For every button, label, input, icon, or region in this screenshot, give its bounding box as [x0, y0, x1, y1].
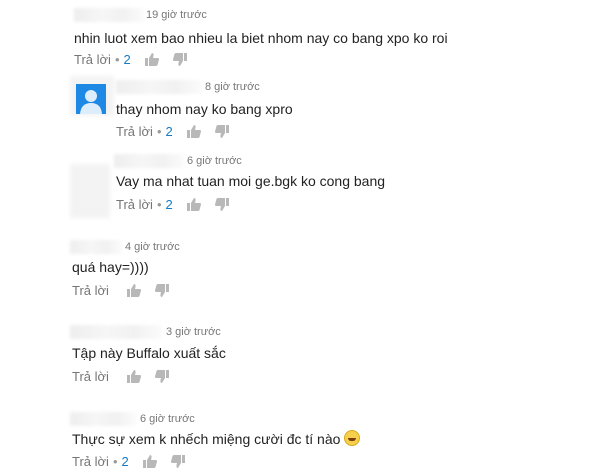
default-avatar-icon — [76, 84, 106, 114]
separator-dot: • — [156, 197, 162, 212]
reply-button[interactable]: Trả lời — [116, 197, 153, 212]
like-count: 2 — [123, 52, 131, 67]
reply-button[interactable]: Trả lời — [72, 283, 109, 298]
comment-actions: Trả lời • 2 — [116, 197, 229, 212]
avatar[interactable] — [76, 84, 106, 114]
like-count: 2 — [121, 454, 129, 469]
author-name-blurred — [74, 8, 144, 22]
reply-button[interactable]: Trả lời — [72, 454, 109, 469]
timestamp[interactable]: 19 giờ trước — [146, 8, 207, 22]
comment-actions: Trả lời • 2 — [116, 124, 229, 139]
comment-text: quá hay=)))) — [72, 259, 149, 275]
timestamp[interactable]: 8 giờ trước — [205, 80, 260, 94]
comment: 6 giờ trước Thực sự xem k nhếch miệng cư… — [0, 412, 604, 472]
comment-text: Vay ma nhat tuan moi ge.bgk ko cong bang — [116, 173, 386, 189]
comment-actions: Trả lời — [72, 283, 169, 298]
timestamp[interactable]: 6 giờ trước — [187, 154, 242, 168]
thumbs-down-icon[interactable] — [154, 284, 169, 297]
comment-actions: Trả lời • 2 — [74, 52, 187, 67]
thumbs-up-icon[interactable] — [142, 455, 157, 468]
thumbs-down-icon[interactable] — [214, 125, 229, 138]
thumbs-up-icon[interactable] — [126, 370, 141, 383]
comment-text: nhin luot xem bao nhieu la biet nhom nay… — [74, 30, 448, 46]
comment: 19 giờ trước nhin luot xem bao nhieu la … — [0, 8, 604, 70]
reply-button[interactable]: Trả lời — [116, 124, 153, 139]
like-count: 2 — [165, 197, 173, 212]
comment: 8 giờ trước thay nhom nay ko bang xpro T… — [0, 76, 604, 148]
thumbs-up-icon[interactable] — [144, 53, 159, 66]
avatar-blurred-area — [70, 164, 110, 218]
comment-text: thay nhom nay ko bang xpro — [116, 101, 293, 117]
like-count: 2 — [165, 124, 173, 139]
author-name-blurred — [116, 80, 202, 94]
thumbs-down-icon[interactable] — [170, 455, 185, 468]
thumbs-down-icon[interactable] — [214, 198, 229, 211]
laughing-emoji-icon — [344, 430, 361, 446]
separator-dot: • — [114, 52, 120, 67]
comment-actions: Trả lời — [72, 369, 169, 384]
comment-text-content: Thực sự xem k nhếch miệng cười đc tí nào — [72, 431, 341, 447]
author-name-blurred — [70, 240, 122, 254]
author-name-blurred — [70, 412, 136, 426]
comment: 4 giờ trước quá hay=)))) Trả lời — [0, 240, 604, 306]
comment: 3 giờ trước Tập này Buffalo xuất sắc Trả… — [0, 325, 604, 391]
timestamp[interactable]: 3 giờ trước — [166, 325, 221, 339]
separator-dot: • — [156, 124, 162, 139]
thumbs-up-icon[interactable] — [126, 284, 141, 297]
comment: 6 giờ trước Vay ma nhat tuan moi ge.bgk … — [0, 154, 604, 224]
thumbs-down-icon[interactable] — [154, 370, 169, 383]
author-name-blurred — [114, 154, 184, 168]
timestamp[interactable]: 6 giờ trước — [140, 412, 195, 426]
timestamp[interactable]: 4 giờ trước — [125, 240, 180, 254]
thumbs-up-icon[interactable] — [186, 198, 201, 211]
comment-text: Thực sự xem k nhếch miệng cười đc tí nào — [72, 430, 361, 448]
thumbs-up-icon[interactable] — [186, 125, 201, 138]
thumbs-down-icon[interactable] — [172, 53, 187, 66]
reply-button[interactable]: Trả lời — [74, 52, 111, 67]
author-name-blurred — [70, 325, 162, 339]
reply-button[interactable]: Trả lời — [72, 369, 109, 384]
comment-actions: Trả lời • 2 — [72, 454, 185, 469]
comment-text: Tập này Buffalo xuất sắc — [72, 345, 226, 361]
separator-dot: • — [112, 454, 118, 469]
